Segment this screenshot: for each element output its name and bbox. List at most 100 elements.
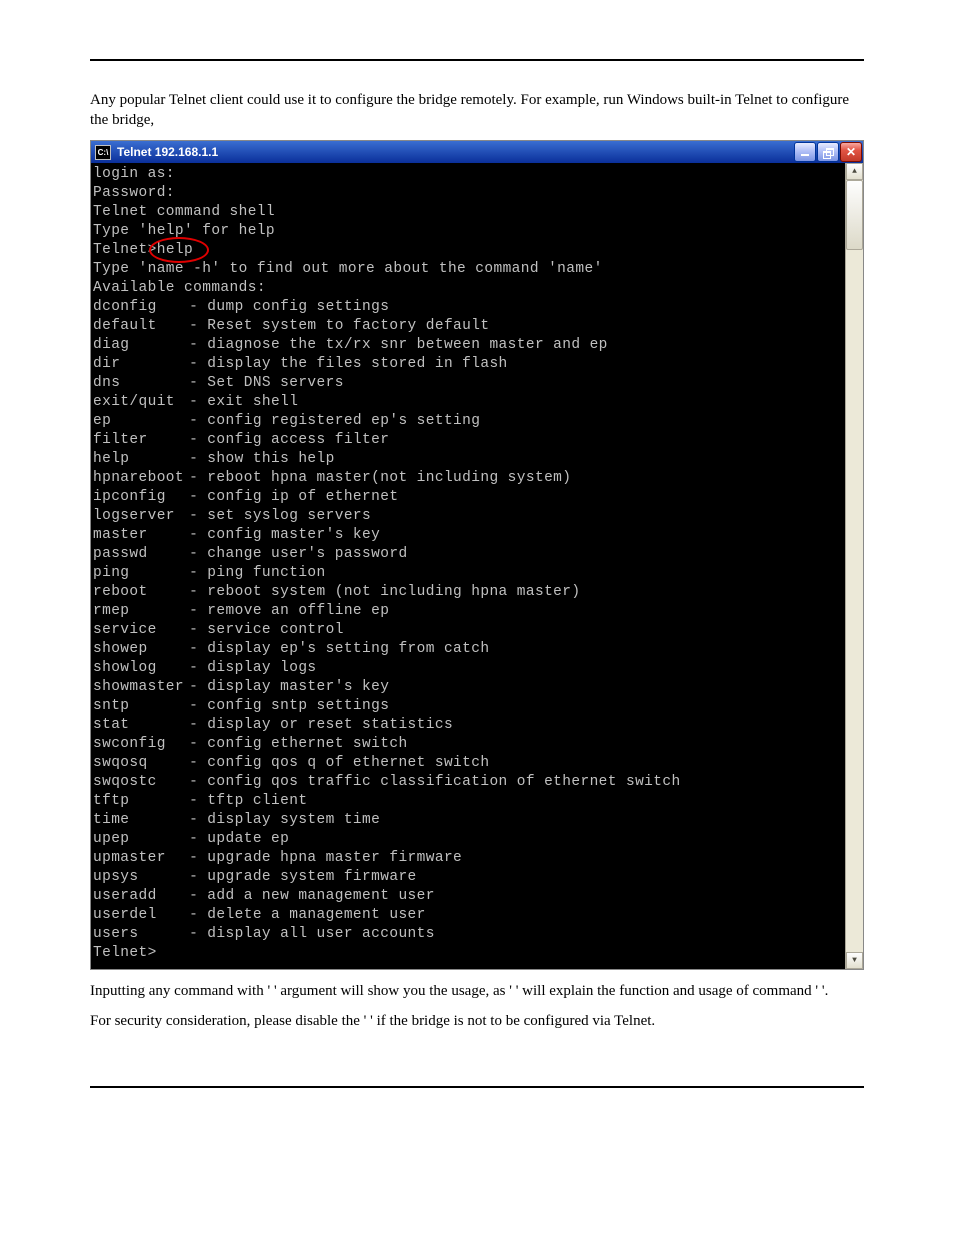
command-name: useradd [93,887,180,906]
command-help-row: exit/quit - exit shell [93,393,841,412]
command-description: - change user's password [189,546,407,562]
command-description: - config ethernet switch [189,736,407,752]
command-description: - update ep [189,831,289,847]
terminal-body: login as:Password:Telnet command shellTy… [91,163,863,969]
command-help-row: useradd - add a new management user [93,887,841,906]
command-description: - Set DNS servers [189,375,344,391]
command-description: - config qos q of ethernet switch [189,755,489,771]
window-title: Telnet 192.168.1.1 [117,145,794,159]
scroll-up-button[interactable]: ▲ [846,163,863,180]
typed-command: help [157,242,193,258]
command-help-row: filter - config access filter [93,431,841,450]
command-name: swqostc [93,773,180,792]
command-name: logserver [93,507,180,526]
command-description: - upgrade system firmware [189,869,417,885]
close-button[interactable]: ✕ [840,142,862,162]
command-name: exit/quit [93,393,180,412]
command-name: reboot [93,583,180,602]
command-help-row: upep - update ep [93,830,841,849]
terminal-output[interactable]: login as:Password:Telnet command shellTy… [91,163,845,969]
command-description: - display or reset statistics [189,717,453,733]
command-description: - display logs [189,660,316,676]
command-description: - config ip of ethernet [189,489,398,505]
command-name: upsys [93,868,180,887]
command-help-row: logserver - set syslog servers [93,507,841,526]
command-help-row: sntp - config sntp settings [93,697,841,716]
command-name: tftp [93,792,180,811]
command-help-row: ep - config registered ep's setting [93,412,841,431]
command-description: - display ep's setting from catch [189,641,489,657]
minimize-button[interactable] [794,142,816,162]
window-titlebar[interactable]: C:\ Telnet 192.168.1.1 ✕ [91,141,863,163]
command-help-row: ipconfig - config ip of ethernet [93,488,841,507]
terminal-line: Password: [93,184,841,203]
command-description: - config access filter [189,432,389,448]
command-description: - delete a management user [189,907,426,923]
command-description: - add a new management user [189,888,435,904]
command-help-row: reboot - reboot system (not including hp… [93,583,841,602]
command-name: swqosq [93,754,180,773]
command-description: - display the files stored in flash [189,356,508,372]
footer-rule [90,1086,864,1088]
command-description: - config sntp settings [189,698,389,714]
command-name: sntp [93,697,180,716]
scroll-thumb[interactable] [846,180,863,250]
restore-button[interactable] [817,142,839,162]
command-help-row: dconfig - dump config settings [93,298,841,317]
scroll-down-button[interactable]: ▼ [846,952,863,969]
command-help-row: service - service control [93,621,841,640]
terminal-prompt-line: Telnet>help [93,241,841,260]
command-name: upep [93,830,180,849]
command-help-row: stat - display or reset statistics [93,716,841,735]
command-help-row: swqosq - config qos q of ethernet switch [93,754,841,773]
command-description: - display all user accounts [189,926,435,942]
text-run: ' argument will show you the usage, as ' [274,983,512,999]
command-help-row: hpnareboot - reboot hpna master(not incl… [93,469,841,488]
text-run: Inputting any command with ' [90,983,270,999]
command-help-row: time - display system time [93,811,841,830]
command-description: - tftp client [189,793,307,809]
text-run: ' if the bridge is not to be configured … [370,1013,655,1029]
security-paragraph: For security consideration, please disab… [90,1012,864,1032]
command-description: - remove an offline ep [189,603,389,619]
command-help-row: default - Reset system to factory defaul… [93,317,841,336]
command-description: - dump config settings [189,299,389,315]
terminal-line: Available commands: [93,279,841,298]
command-help-row: users - display all user accounts [93,925,841,944]
command-description: - exit shell [189,394,298,410]
command-name: ping [93,564,180,583]
command-description: - display master's key [189,679,389,695]
terminal-line: Telnet command shell [93,203,841,222]
scroll-track[interactable] [846,250,863,952]
command-name: master [93,526,180,545]
command-description: - ping function [189,565,326,581]
command-description: - reboot system (not including hpna mast… [189,584,580,600]
command-help-row: diag - diagnose the tx/rx snr between ma… [93,336,841,355]
command-help-row: master - config master's key [93,526,841,545]
terminal-line: Telnet> [93,944,841,963]
command-help-row: swqostc - config qos traffic classificat… [93,773,841,792]
command-name: hpnareboot [93,469,180,488]
command-help-row: showep - display ep's setting from catch [93,640,841,659]
command-name: showmaster [93,678,180,697]
command-description: - upgrade hpna master firmware [189,850,462,866]
command-name: upmaster [93,849,180,868]
terminal-line: Type 'name -h' to find out more about th… [93,260,841,279]
command-name: diag [93,336,180,355]
text-run: '. [822,983,828,999]
command-description: - Reset system to factory default [189,318,489,334]
command-name: showlog [93,659,180,678]
vertical-scrollbar[interactable]: ▲ ▼ [845,163,863,969]
header-rule [90,59,864,61]
command-description: - show this help [189,451,335,467]
command-help-row: ping - ping function [93,564,841,583]
command-name: help [93,450,180,469]
command-name: stat [93,716,180,735]
command-description: - reboot hpna master(not including syste… [189,470,571,486]
command-name: userdel [93,906,180,925]
command-name: passwd [93,545,180,564]
command-name: time [93,811,180,830]
command-description: - set syslog servers [189,508,371,524]
command-name: dir [93,355,180,374]
command-help-row: rmep - remove an offline ep [93,602,841,621]
